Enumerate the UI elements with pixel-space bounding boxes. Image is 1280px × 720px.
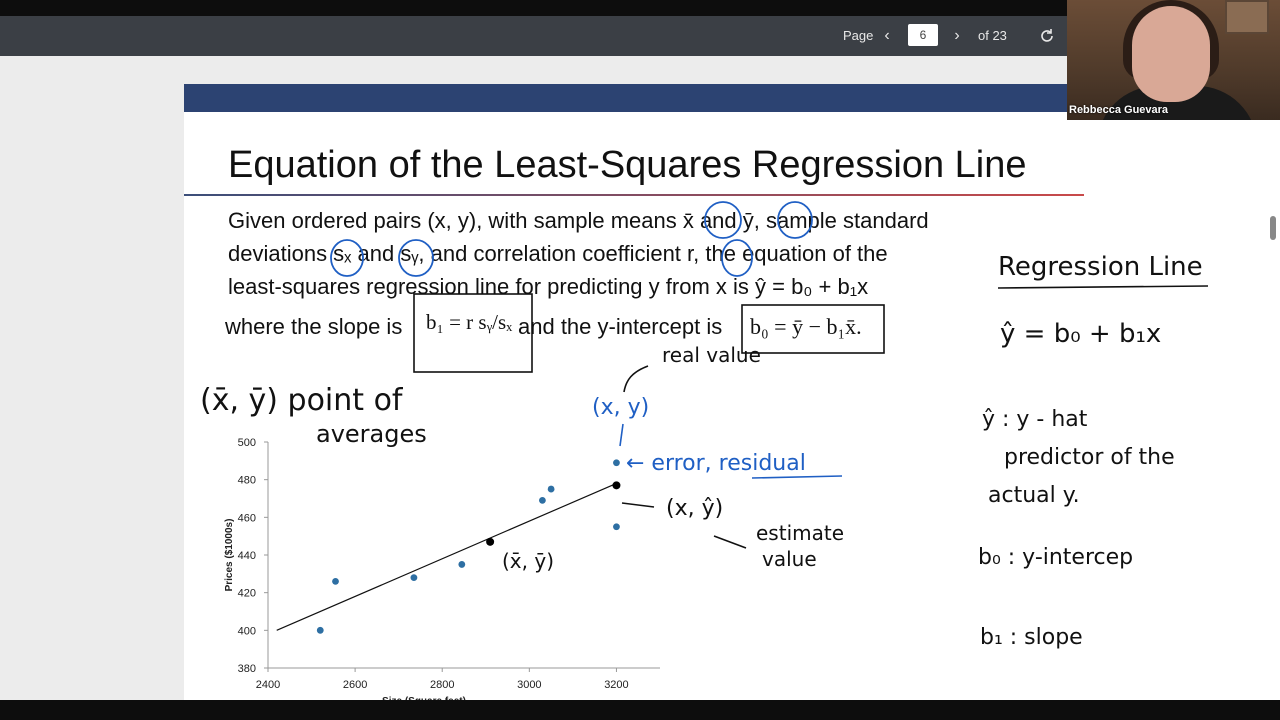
slide-page: Equation of the Least-Squares Regression…: [184, 84, 1084, 700]
participant-face: [1132, 6, 1210, 102]
whiteboard-margin: [1084, 120, 1280, 700]
webcam-tile: Rebbecca Guevara: [1067, 0, 1280, 120]
chevron-left-icon[interactable]: ‹: [874, 22, 900, 50]
body-line-2: deviations sₓ and sᵧ, and correlation co…: [228, 241, 888, 266]
chevron-right-icon[interactable]: ›: [944, 22, 970, 50]
slide-header-band: [184, 84, 1084, 112]
intercept-formula: b₀ = ȳ − b₁x̄.: [750, 314, 862, 339]
body-line-3: least-squares regression line for predic…: [228, 274, 869, 299]
refresh-icon[interactable]: [1034, 22, 1060, 50]
page-number-input[interactable]: [908, 24, 938, 46]
window-bottom-strip: [0, 700, 1280, 720]
body-line-4b: and the y-intercept is: [518, 314, 723, 339]
body-line-1: Given ordered pairs (x, y), with sample …: [228, 208, 929, 233]
scrollbar-thumb[interactable]: [1270, 216, 1276, 240]
wall-picture: [1225, 0, 1269, 34]
page-count: of 23: [978, 28, 1007, 43]
participant-name: Rebbecca Guevara: [1069, 104, 1169, 116]
slope-formula: b₁ = r sᵧ/sₓ: [426, 310, 513, 334]
slide-title: Equation of the Least-Squares Regression…: [228, 144, 1027, 186]
title-divider: [184, 194, 1084, 196]
page-label: Page: [843, 28, 874, 43]
body-line-4a: where the slope is: [225, 314, 403, 339]
